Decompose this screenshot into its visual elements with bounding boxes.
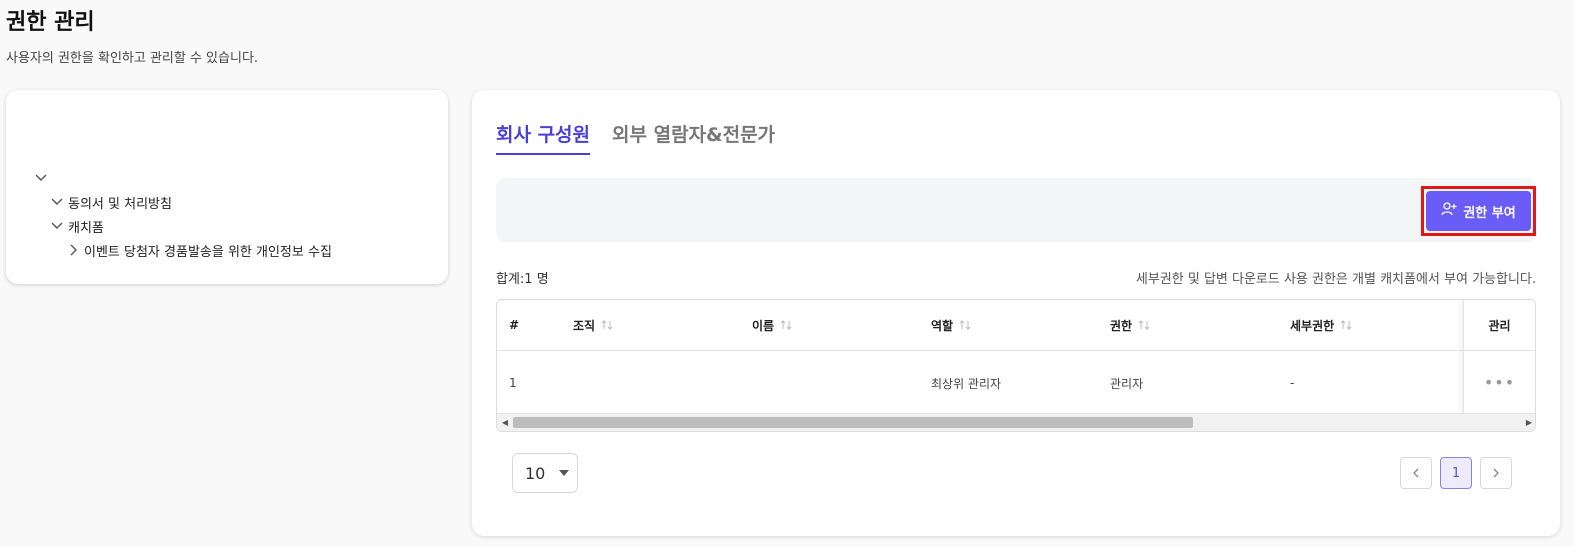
column-header-label: 세부권한 (1290, 318, 1335, 333)
chevron-down-icon[interactable] (50, 219, 64, 233)
column-header-label: 권한 (1110, 318, 1133, 333)
tree-item-consent[interactable]: 동의서 및 처리방침 (50, 192, 172, 212)
category-tree-panel: 동의서 및 처리방침 캐치폼 이벤트 당첨자 경품발송을 위한 개인정보 수집 (6, 90, 448, 284)
column-header-org[interactable]: 조직 (573, 300, 613, 350)
caret-down-icon (559, 470, 569, 476)
column-header-role[interactable]: 역할 (931, 300, 971, 350)
column-header-manage: 관리 (1464, 300, 1535, 351)
page-subtitle: 사용자의 권한을 확인하고 관리할 수 있습니다. (6, 51, 259, 66)
tree-item-catchform[interactable]: 캐치폼 (50, 216, 104, 236)
horizontal-scrollbar[interactable]: ◀ ▶ (497, 413, 1535, 431)
permission-notice: 세부권한 및 답변 다운로드 사용 권한은 개별 캐치폼에서 부여 가능합니다. (1135, 272, 1536, 287)
grant-button-label: 권한 부여 (1463, 205, 1516, 221)
sort-icon[interactable] (1340, 319, 1352, 331)
page-title: 권한 관리 (6, 10, 95, 35)
tree-item-event-form[interactable]: 이벤트 당첨자 경품발송을 위한 개인정보 수집 (66, 240, 332, 260)
prev-page-button[interactable] (1400, 457, 1432, 489)
page-size-select[interactable]: 10 (512, 453, 578, 493)
table-row: 1 최상위 관리자 관리자 - (497, 352, 1535, 414)
column-header-label: 조직 (573, 318, 596, 333)
scrollbar-thumb[interactable] (513, 417, 1193, 428)
grant-button-highlight: 권한 부여 (1421, 186, 1536, 236)
manage-column: 관리 ••• (1463, 300, 1535, 414)
chevron-down-icon[interactable] (50, 195, 64, 209)
column-header-label: 이름 (752, 318, 775, 333)
sort-icon[interactable] (959, 319, 971, 331)
sort-icon[interactable] (601, 319, 613, 331)
tree-item-label: 캐치폼 (68, 220, 104, 236)
permission-panel: 회사 구성원 외부 열람자&전문가 권한 부여 합계:1 명 세부권한 및 답변… (472, 90, 1560, 536)
chevron-right-icon (1493, 468, 1499, 478)
scroll-left-icon[interactable]: ◀ (497, 414, 513, 431)
tree-item-root[interactable] (34, 168, 52, 188)
cell-role: 최상위 관리자 (931, 376, 1002, 391)
table-header: # 조직 이름 역할 권한 세부권한 (497, 300, 1535, 351)
tree-item-label: 동의서 및 처리방침 (68, 196, 172, 212)
action-toolbar: 권한 부여 (496, 178, 1536, 242)
cell-index: 1 (509, 376, 517, 390)
chevron-down-icon[interactable] (34, 171, 48, 185)
cell-detail-permission: - (1290, 376, 1295, 390)
tab-external-viewers[interactable]: 외부 열람자&전문가 (612, 120, 775, 155)
pagination: 1 (1400, 457, 1512, 489)
column-header-label: 역할 (931, 318, 954, 333)
scroll-right-icon[interactable]: ▶ (1521, 414, 1535, 431)
cell-permission: 관리자 (1110, 376, 1144, 391)
page-size-value: 10 (525, 463, 546, 483)
tab-company-members[interactable]: 회사 구성원 (496, 120, 591, 155)
members-table: # 조직 이름 역할 권한 세부권한 1 최상위 관리자 관리자 - 관리 ••… (496, 299, 1536, 432)
summary-row: 합계:1 명 세부권한 및 답변 다운로드 사용 권한은 개별 캐치폼에서 부여… (496, 268, 1536, 287)
column-header-detail-permission[interactable]: 세부권한 (1290, 300, 1352, 350)
chevron-right-icon[interactable] (66, 243, 80, 257)
next-page-button[interactable] (1480, 457, 1512, 489)
column-header-permission[interactable]: 권한 (1110, 300, 1150, 350)
column-header-name[interactable]: 이름 (752, 300, 792, 350)
member-tabs: 회사 구성원 외부 열람자&전문가 (496, 120, 775, 155)
more-options-icon[interactable]: ••• (1464, 351, 1535, 413)
user-plus-icon (1441, 201, 1457, 221)
chevron-left-icon (1413, 468, 1419, 478)
total-count: 합계:1 명 (496, 272, 549, 287)
sort-icon[interactable] (1138, 319, 1150, 331)
sort-icon[interactable] (780, 319, 792, 331)
column-header-index: # (509, 318, 520, 332)
grant-permission-button[interactable]: 권한 부여 (1426, 191, 1531, 231)
tree-item-label: 이벤트 당첨자 경품발송을 위한 개인정보 수집 (84, 244, 332, 260)
page-number-button[interactable]: 1 (1440, 457, 1472, 489)
